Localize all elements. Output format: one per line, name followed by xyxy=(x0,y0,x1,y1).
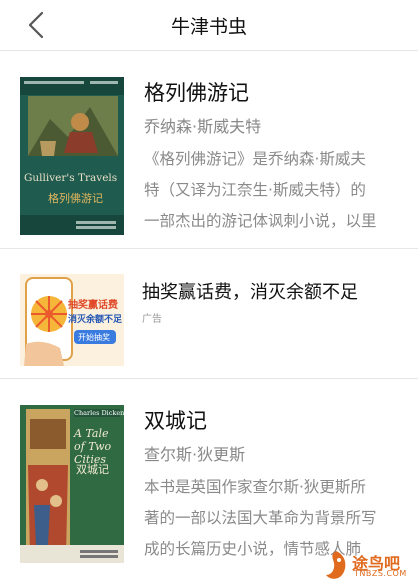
description-line: 著的一部以法国大革命为背景所写 xyxy=(144,509,377,527)
ad-list-item[interactable]: 抽奖赢话费 消灭余额不足 开始抽奖 抽奖赢话费，消灭余额不足 广告 xyxy=(0,258,418,376)
navigation-bar: 牛津书虫 xyxy=(0,0,418,51)
ad-label: 广告 xyxy=(142,314,162,325)
watermark-logo-icon xyxy=(326,551,346,579)
ad-banner[interactable]: 抽奖赢话费 消灭余额不足 开始抽奖 xyxy=(20,274,124,366)
ad-banner-line2: 消灭余额不足 xyxy=(68,315,123,325)
cover-illustration-icon xyxy=(20,77,124,235)
cover-english-title: Gulliver's Travels xyxy=(24,172,118,184)
book-title[interactable]: 双城记 xyxy=(144,405,207,435)
watermark: 途鸟吧 TNBZS.COM xyxy=(322,547,414,583)
book-author: 查尔斯·狄更斯 xyxy=(144,445,246,464)
description-line: 一部杰出的游记体讽刺小说，以里 xyxy=(144,212,377,230)
list-divider xyxy=(0,248,418,249)
cover-chinese-title: 格列佛游记 xyxy=(48,192,103,205)
book-cover-gulliver[interactable]: Gulliver's Travels 格列佛游记 xyxy=(20,77,124,235)
book-title[interactable]: 格列佛游记 xyxy=(144,77,249,107)
book-description: 《格列佛游记》是乔纳森·斯威夫 特（又译为江奈生·斯威夫特）的 一部杰出的游记体… xyxy=(144,144,418,237)
description-line: 特（又译为江奈生·斯威夫特）的 xyxy=(144,181,366,199)
cover-chinese-title: 双城记 xyxy=(76,463,109,476)
description-line: 本书是英国作家查尔斯·狄更斯所 xyxy=(144,478,366,496)
book-list-item-gulliver[interactable]: Gulliver's Travels 格列佛游记 格列佛游记 乔纳森·斯威夫特 … xyxy=(0,51,418,244)
book-author: 乔纳森·斯威夫特 xyxy=(144,117,262,136)
watermark-site: TNBZS.COM xyxy=(354,569,407,578)
ad-banner-button[interactable]: 开始抽奖 xyxy=(78,332,110,343)
cover-english-author: Charles Dickens xyxy=(74,409,124,417)
ad-title[interactable]: 抽奖赢话费，消灭余额不足 xyxy=(142,278,358,304)
description-line: 《格列佛游记》是乔纳森·斯威夫 xyxy=(144,150,366,168)
page-title: 牛津书虫 xyxy=(170,16,247,38)
ad-banner-line1: 抽奖赢话费 xyxy=(68,300,118,311)
book-cover-tale-of-two-cities[interactable]: Charles Dickens A Tale of Two Cities 双城记 xyxy=(20,405,124,563)
